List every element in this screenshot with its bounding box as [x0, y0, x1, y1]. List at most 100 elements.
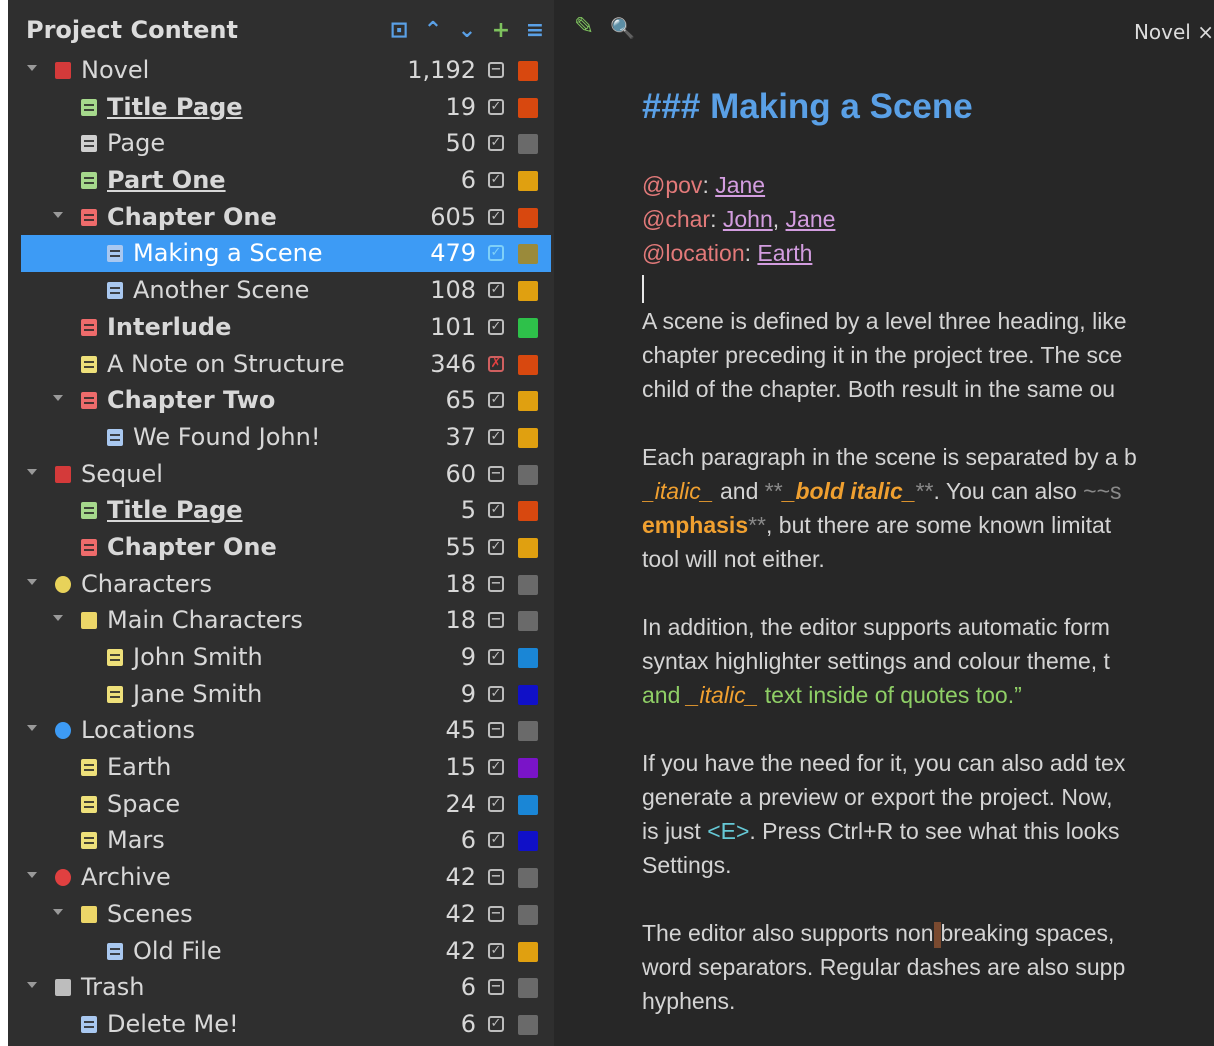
- tree-item-label: Page: [107, 129, 166, 158]
- document-icon: [107, 282, 123, 300]
- tree-row[interactable]: Page 50: [21, 125, 551, 162]
- app-window: Project Content ⊡ ⌃ ⌄ + ≡ Novel 1,192 Title Pa…: [8, 0, 1214, 1046]
- document-icon: [81, 98, 97, 116]
- expand-caret-icon[interactable]: [27, 468, 37, 475]
- meta-line: @pov: Jane: [642, 172, 766, 198]
- tree-item-label: Making a Scene: [133, 239, 323, 268]
- importance-color-swatch: [518, 574, 538, 595]
- status-checkbox-icon: [488, 905, 504, 922]
- tree-row[interactable]: Making a Scene 479: [21, 235, 551, 273]
- tree-item-label: A Note on Structure: [107, 349, 345, 378]
- word-count: 18: [445, 606, 476, 635]
- tree-item-label: Chapter One: [107, 202, 277, 231]
- tree-row[interactable]: Mars 6: [21, 822, 551, 859]
- word-count: 6: [460, 826, 476, 855]
- tree-row[interactable]: Title Page 5: [21, 492, 551, 529]
- location-pin-icon: [55, 722, 71, 740]
- tree-row[interactable]: Earth 15: [21, 749, 551, 786]
- tree-row[interactable]: Delete Me! 6: [21, 1006, 551, 1043]
- status-checkbox-icon: [488, 795, 504, 812]
- paragraph-line: emphasis**, but there are some known lim…: [642, 512, 1112, 538]
- tree-toolbar: ⊡ ⌃ ⌄ + ≡: [386, 16, 548, 44]
- bookmark-icon[interactable]: ⊡: [386, 16, 412, 44]
- document-icon: [81, 392, 97, 410]
- tree-row[interactable]: Locations 45: [21, 712, 551, 749]
- tree-row[interactable]: Interlude 101: [21, 309, 551, 346]
- status-checkbox-icon: [488, 208, 504, 225]
- expand-caret-icon[interactable]: [27, 872, 37, 879]
- status-checkbox-icon: [488, 502, 504, 519]
- tree-row[interactable]: We Found John! 37: [21, 419, 551, 456]
- tree-row[interactable]: John Smith 9: [21, 639, 551, 676]
- tree-row[interactable]: Scenes 42: [21, 896, 551, 933]
- status-checkbox-icon: [488, 465, 504, 482]
- word-count: 42: [445, 936, 476, 965]
- status-checkbox-icon: [488, 135, 504, 152]
- tree-title: Project Content: [26, 16, 238, 44]
- document-editor: ✎ 🔍 Novel × ### Making a Scene @pov: Jan…: [554, 0, 1214, 1046]
- tree-header: Project Content ⊡ ⌃ ⌄ + ≡: [8, 12, 554, 48]
- tree-row[interactable]: Archive 42: [21, 859, 551, 896]
- tree-row[interactable]: Characters 18: [21, 566, 551, 603]
- tree-row[interactable]: Trash 6: [21, 969, 551, 1006]
- expand-caret-icon[interactable]: [27, 65, 37, 71]
- add-icon[interactable]: +: [488, 16, 514, 44]
- editor-text-area[interactable]: ### Making a Scene @pov: Jane @char: Joh…: [642, 80, 1214, 1046]
- tree-row[interactable]: Novel 1,192: [21, 52, 551, 89]
- folder-icon: [81, 905, 97, 923]
- tree-item-label: Jane Smith: [133, 679, 263, 708]
- tree-item-label: Interlude: [107, 312, 232, 341]
- document-icon: [81, 759, 97, 777]
- status-checkbox-icon: [488, 612, 504, 629]
- importance-color-swatch: [518, 354, 538, 375]
- tree-item-label: Chapter Two: [107, 386, 276, 415]
- tree-row[interactable]: Title Page 19: [21, 89, 551, 126]
- expand-caret-icon[interactable]: [53, 615, 63, 622]
- tree-row[interactable]: Main Characters 18: [21, 602, 551, 639]
- tree-row[interactable]: Part One 6: [21, 162, 551, 199]
- expand-caret-icon[interactable]: [53, 395, 63, 402]
- tree-item-label: Title Page: [107, 496, 243, 525]
- paragraph-line: is just <E>. Press Ctrl+R to see what th…: [642, 818, 1120, 844]
- expand-caret-icon[interactable]: [53, 908, 63, 915]
- search-icon[interactable]: 🔍: [610, 16, 635, 40]
- menu-icon[interactable]: ≡: [522, 16, 548, 44]
- document-icon: [81, 502, 97, 520]
- paragraph-line: If you have the need for it, you can als…: [642, 750, 1126, 776]
- word-count: 479: [430, 239, 476, 268]
- project-tree-panel: Project Content ⊡ ⌃ ⌄ + ≡ Novel 1,192 Title Pa…: [8, 0, 560, 1046]
- paragraph-line: generate a preview or export the project…: [642, 784, 1113, 810]
- document-icon: [81, 795, 97, 813]
- importance-color-swatch: [518, 1014, 538, 1035]
- paragraph-line: tool will not either.: [642, 546, 825, 572]
- root-novel-icon: [55, 62, 71, 79]
- word-count: 5: [460, 496, 476, 525]
- expand-caret-icon[interactable]: [27, 982, 37, 989]
- expand-caret-icon[interactable]: [27, 725, 37, 732]
- tree-row[interactable]: Chapter One 605: [21, 199, 551, 236]
- chevron-up-icon[interactable]: ⌃: [420, 16, 446, 44]
- paragraph-line: child of the chapter. Both result in the…: [642, 376, 1116, 402]
- tree-row[interactable]: Old File 42: [21, 933, 551, 970]
- importance-color-swatch: [518, 427, 538, 448]
- edit-pencil-icon[interactable]: ✎: [574, 12, 594, 40]
- chevron-down-icon[interactable]: ⌄: [454, 16, 480, 44]
- word-count: 45: [445, 716, 476, 745]
- tree-row[interactable]: Sequel 60: [21, 456, 551, 493]
- tree-row[interactable]: A Note on Structure 346: [21, 346, 551, 383]
- status-checkbox-icon: [488, 172, 504, 189]
- expand-caret-icon[interactable]: [53, 211, 63, 218]
- tree-row[interactable]: Space 24: [21, 786, 551, 823]
- tree-row[interactable]: Chapter One 55: [21, 529, 551, 566]
- tree-row[interactable]: Chapter Two 65: [21, 382, 551, 419]
- expand-caret-icon[interactable]: [27, 578, 37, 585]
- tree-row[interactable]: Jane Smith 9: [21, 676, 551, 713]
- tree-item-label: Main Characters: [107, 606, 303, 635]
- tree-row[interactable]: Another Scene 108: [21, 272, 551, 309]
- status-checkbox-icon: [488, 722, 504, 739]
- word-count: 24: [445, 789, 476, 818]
- tree-item-label: John Smith: [133, 643, 263, 671]
- paragraph-line: chapter preceding it in the project tree…: [642, 342, 1123, 368]
- document-icon: [107, 245, 123, 263]
- paragraph-line: syntax highlighter settings and colour t…: [642, 648, 1110, 674]
